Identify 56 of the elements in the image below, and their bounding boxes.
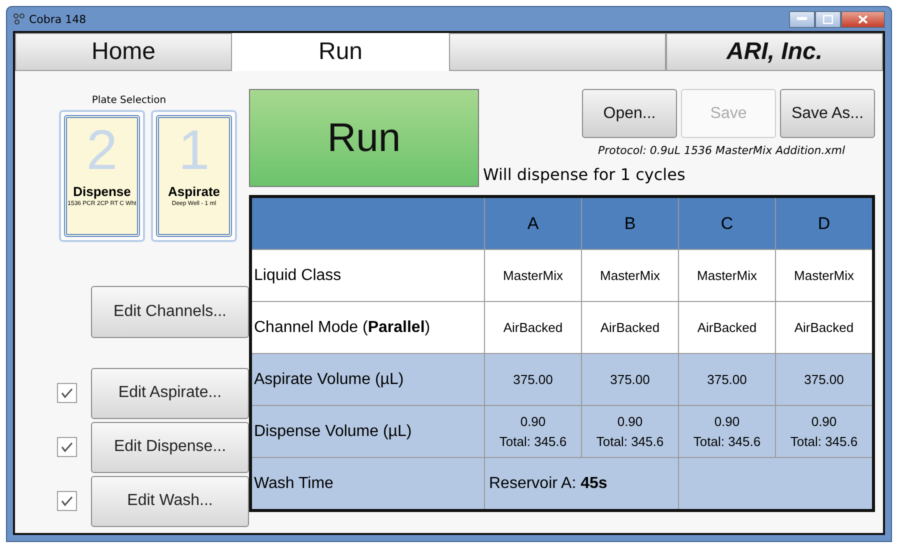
- cycles-text: Will dispense for 1 cycles: [483, 165, 686, 184]
- maximize-button[interactable]: [815, 10, 841, 28]
- table-cell: 0.90 Total: 345.6: [776, 406, 874, 458]
- table-cell: 375.00: [582, 354, 678, 406]
- edit-button[interactable]: Edit Dispense...: [91, 422, 249, 472]
- checkmark-icon: [60, 387, 74, 399]
- brand-logo: ARI, Inc.: [666, 33, 883, 71]
- plate-label: Dispense: [73, 184, 131, 199]
- minimize-button[interactable]: [789, 10, 815, 28]
- table-cell: 375.00: [776, 354, 874, 406]
- column-header: C: [678, 196, 776, 250]
- minimize-icon: [797, 17, 807, 21]
- close-icon: [858, 14, 868, 24]
- maximize-icon: [823, 14, 833, 24]
- section-title: Plate Selection: [90, 95, 168, 106]
- edit-button[interactable]: Edit Aspirate...: [91, 368, 249, 418]
- file-button[interactable]: Save As...: [780, 89, 875, 138]
- window-title: Cobra 148: [29, 12, 86, 26]
- table-cell: AirBacked: [484, 302, 582, 354]
- edit-button[interactable]: Edit Wash...: [91, 476, 249, 526]
- row-label: Liquid Class: [250, 250, 484, 302]
- close-button[interactable]: [841, 10, 885, 28]
- edit-button[interactable]: Edit Channels...: [91, 286, 249, 338]
- run-button[interactable]: Run: [249, 89, 479, 187]
- checkmark-icon: [60, 441, 74, 453]
- table-cell: AirBacked: [776, 302, 874, 354]
- table-cell: 0.90 Total: 345.6: [484, 406, 582, 458]
- table-cell: 0.90 Total: 345.6: [678, 406, 776, 458]
- table-cell: MasterMix: [484, 250, 582, 302]
- table-cell: Reservoir A: 45s: [484, 458, 678, 510]
- row-label: Dispense Volume (µL): [250, 406, 484, 458]
- table-cell: AirBacked: [582, 302, 678, 354]
- column-header: A: [484, 196, 582, 250]
- file-button[interactable]: Open...: [582, 89, 677, 138]
- row-label: Aspirate Volume (µL): [250, 354, 484, 406]
- table-cell: 375.00: [484, 354, 582, 406]
- tab[interactable]: [449, 33, 666, 71]
- table-cell: 0.90 Total: 345.6: [582, 406, 678, 458]
- tab[interactable]: Run: [232, 33, 449, 71]
- app-icon: [13, 13, 25, 25]
- protocol-label: Protocol: 0.9uL 1536 MasterMix Addition.xml: [598, 144, 845, 157]
- row-label: Wash Time: [250, 458, 484, 510]
- checkbox[interactable]: [57, 383, 77, 403]
- table-cell: MasterMix: [678, 250, 776, 302]
- table-cell: 375.00: [678, 354, 776, 406]
- checkmark-icon: [60, 495, 74, 507]
- column-header: B: [582, 196, 678, 250]
- table-cell: MasterMix: [582, 250, 678, 302]
- checkbox[interactable]: [57, 491, 77, 511]
- table-cell: AirBacked: [678, 302, 776, 354]
- tab[interactable]: Home: [15, 33, 232, 71]
- column-header: D: [776, 196, 874, 250]
- table-cell: MasterMix: [776, 250, 874, 302]
- checkbox[interactable]: [57, 437, 77, 457]
- row-label: Channel Mode (Parallel): [250, 302, 484, 354]
- plate-label: Aspirate: [168, 184, 220, 199]
